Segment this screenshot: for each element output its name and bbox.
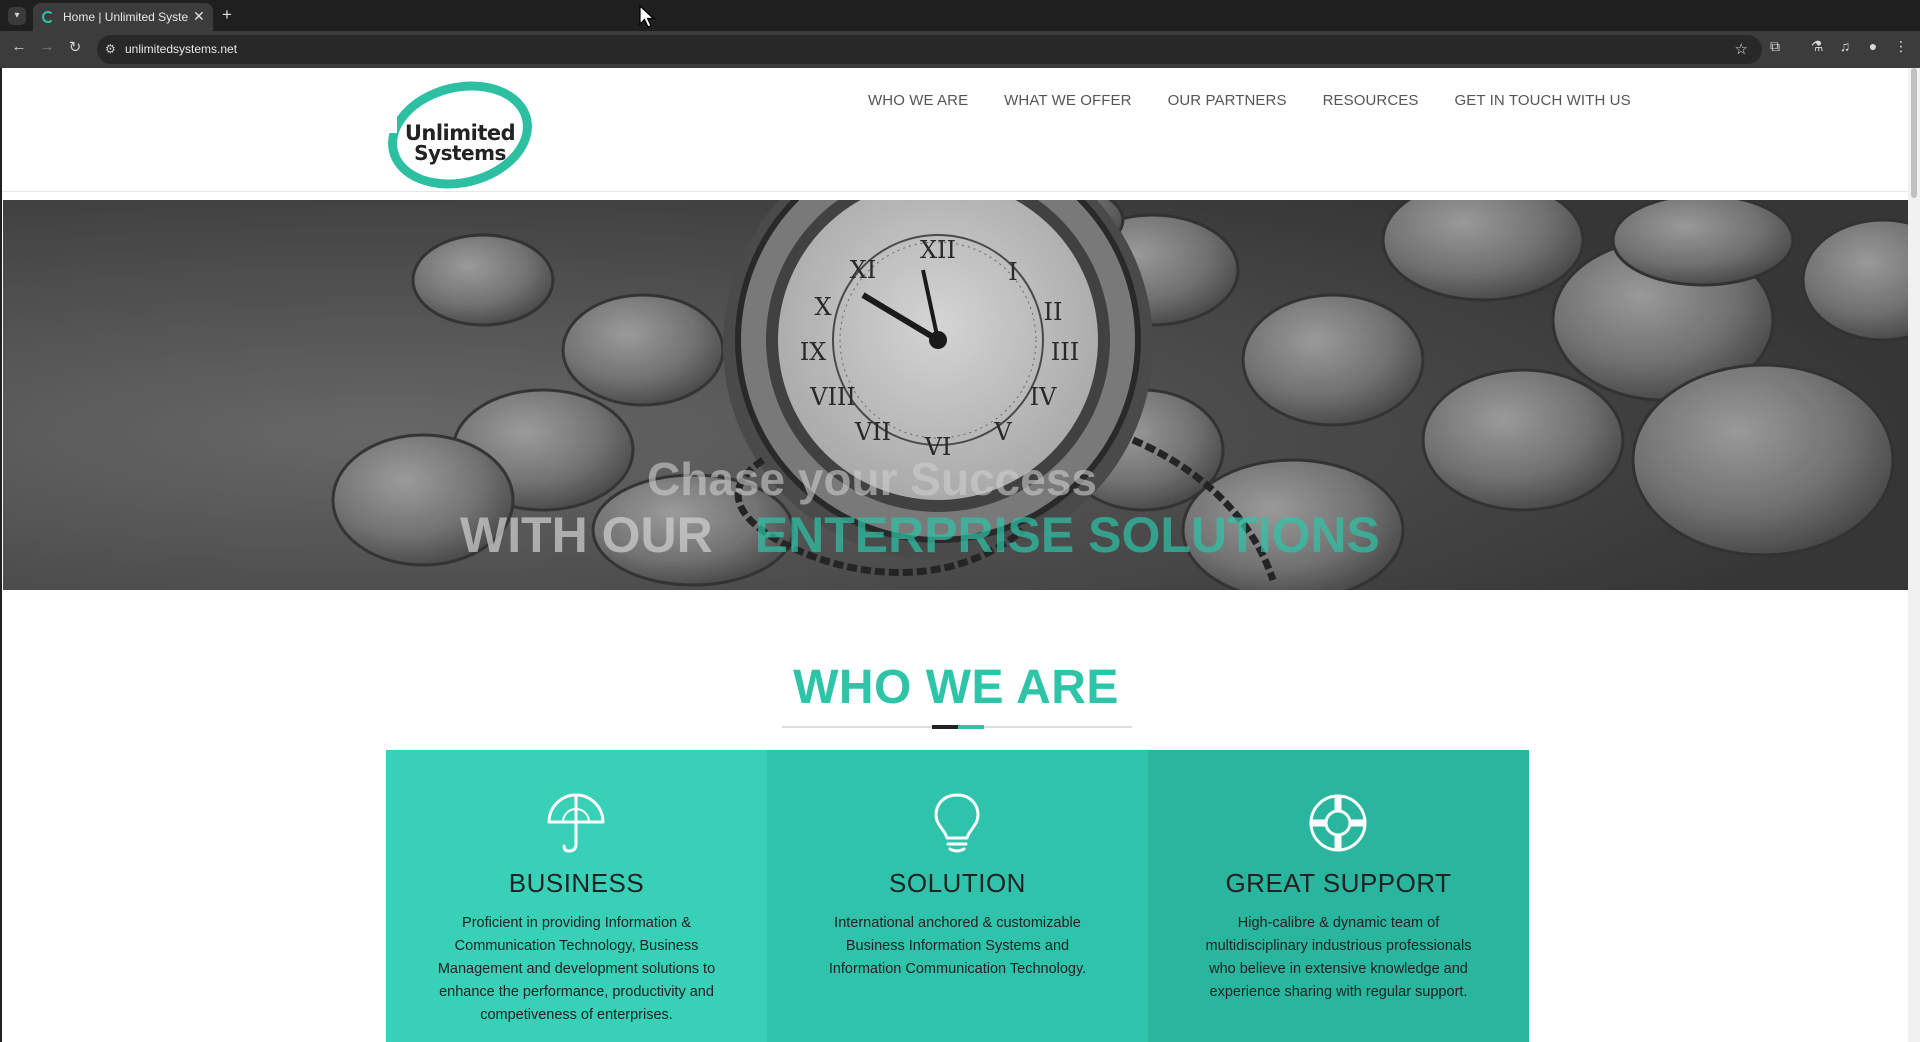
star-icon[interactable]: ☆ [1735, 40, 1748, 58]
site-header: Unlimited Systems WHO WE ARE WHAT WE OFF… [2, 68, 1908, 204]
chevron-down-icon[interactable]: ▾ [8, 7, 26, 25]
browser-chrome: ▾ Home | Unlimited Systems ✕ + ← → ↻ ⚙ u… [0, 0, 1920, 68]
kebab-menu-icon[interactable]: ⋮ [1892, 38, 1910, 55]
scrollbar-thumb[interactable] [1911, 68, 1917, 198]
feature-text: International anchored & customizable Bu… [828, 915, 1087, 977]
arrow-left-icon[interactable]: ← [8, 38, 30, 55]
site-logo[interactable]: Unlimited Systems [376, 68, 544, 204]
lightbulb-icon [934, 793, 980, 853]
feature-title: GREAT SUPPORT [1225, 868, 1452, 898]
url-text[interactable]: unlimitedsystems.net [125, 42, 237, 56]
person-icon[interactable]: ● [1864, 38, 1882, 54]
web-page: Unlimited Systems WHO WE ARE WHAT WE OFF… [0, 68, 1920, 1042]
puzzle-icon[interactable]: ⧉ [1766, 38, 1784, 55]
tab-strip: ▾ Home | Unlimited Systems ✕ + [0, 0, 1920, 31]
main-nav: WHO WE ARE WHAT WE OFFER OUR PARTNERS RE… [868, 92, 1631, 109]
queue-music-icon[interactable]: ♫ [1836, 38, 1854, 54]
nav-our-partners[interactable]: OUR PARTNERS [1168, 92, 1287, 109]
feature-text: Proficient in providing Information & Co… [437, 915, 716, 1023]
feature-text: High-calibre & dynamic team of multidisc… [1205, 915, 1472, 1000]
feature-card-support: GREAT SUPPORT High-calibre & dynamic tea… [1148, 750, 1529, 1042]
feature-card-business: BUSINESS Proficient in providing Informa… [386, 750, 767, 1042]
divider-accent-dark [932, 725, 958, 729]
browser-toolbar: ← → ↻ ⚙ unlimitedsystems.net ☆ ⧉ ⚗ ♫ ● ⋮ [0, 31, 1920, 68]
hero-heading: Chase your Success [647, 453, 1098, 505]
mouse-cursor [639, 5, 655, 28]
address-bar[interactable]: ⚙ unlimitedsystems.net ☆ [97, 35, 1762, 64]
page-scrollbar[interactable] [1908, 68, 1920, 1042]
nav-who-we-are[interactable]: WHO WE ARE [868, 92, 968, 109]
nav-what-we-offer[interactable]: WHAT WE OFFER [1004, 92, 1131, 109]
new-tab-button[interactable]: + [222, 5, 232, 25]
lifebuoy-icon [1309, 794, 1367, 852]
hero-subheading: WITH OUR ENTERPRISE SOLUTIONS [460, 506, 1380, 564]
hero-subheading-part2: ENTERPRISE SOLUTIONS [754, 507, 1380, 563]
feature-title: SOLUTION [889, 868, 1026, 898]
feature-card-solution: SOLUTION International anchored & custom… [767, 750, 1148, 1042]
feature-title: BUSINESS [508, 868, 645, 898]
flask-icon[interactable]: ⚗ [1808, 38, 1826, 55]
features-row: BUSINESS Proficient in providing Informa… [386, 750, 1529, 1042]
hero-subheading-part1: WITH OUR [460, 507, 713, 563]
divider-accent-teal [958, 725, 984, 729]
nav-resources[interactable]: RESOURCES [1323, 92, 1419, 109]
tab-title: Home | Unlimited Systems [63, 10, 188, 24]
hero-banner: XII I II III IV V VI VII VIII IX X XI Ch… [3, 200, 1910, 590]
favicon-icon [42, 11, 54, 23]
arrow-right-icon[interactable]: → [36, 38, 58, 55]
browser-tab[interactable]: Home | Unlimited Systems ✕ [33, 3, 213, 31]
umbrella-icon [547, 793, 605, 853]
tune-icon[interactable]: ⚙ [105, 42, 116, 56]
reload-icon[interactable]: ↻ [64, 38, 86, 56]
close-icon[interactable]: ✕ [193, 8, 205, 25]
section-title: WHO WE ARE [793, 661, 1119, 714]
logo-text-line2: Systems [414, 141, 506, 165]
nav-get-in-touch[interactable]: GET IN TOUCH WITH US [1455, 92, 1631, 109]
